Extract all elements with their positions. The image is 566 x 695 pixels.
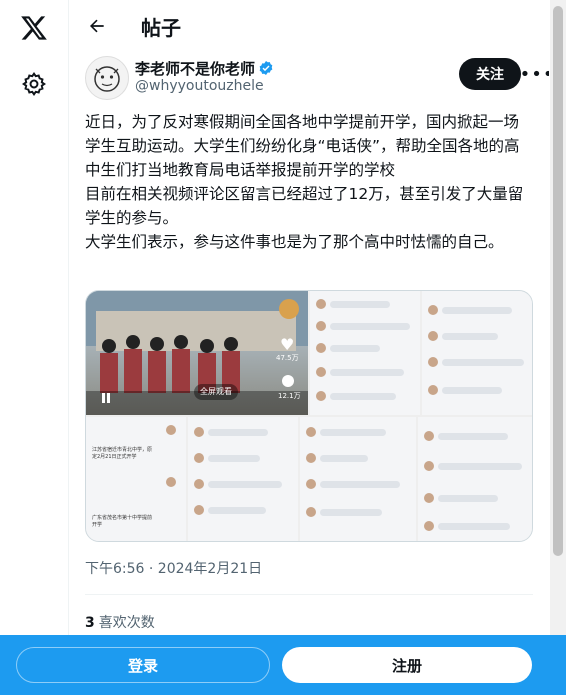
heart-icon[interactable]: ♥: [280, 335, 294, 354]
verified-badge-icon: [258, 60, 274, 80]
author-name-row[interactable]: 李老师不是你老师: [135, 58, 274, 80]
login-button[interactable]: 登录: [16, 647, 270, 683]
chat-screenshot-3: 江苏省宿迁市青北中学，原定2月21日正式开学 广东省茂名市第十中学提前开学: [86, 417, 186, 541]
tweet-timestamp[interactable]: 下午6:56 · 2024年2月21日: [85, 558, 262, 578]
signup-button[interactable]: 注册: [282, 647, 532, 683]
avatar[interactable]: [85, 56, 129, 100]
chat-snippet-2: 广东省茂名市第十中学提前开学: [92, 515, 153, 528]
likes-stat[interactable]: 3 喜欢次数: [85, 612, 155, 632]
chat-screenshot-2: [422, 291, 532, 415]
follow-button[interactable]: 关注: [459, 58, 521, 90]
left-nav: [0, 0, 69, 695]
x-logo-icon[interactable]: [14, 8, 54, 48]
tweet-text: 近日，为了反对寒假期间全国各地中学提前开学，国内掀起一场学生互助运动。大学生们纷…: [85, 113, 524, 251]
chat-screenshot-1: [310, 291, 420, 415]
fullscreen-label: 全屏观看: [200, 387, 232, 396]
chat-screenshot-4: [188, 417, 298, 541]
author-handle[interactable]: @whyyoutouzhele: [135, 78, 264, 94]
page-title: 帖子: [141, 16, 181, 40]
fullscreen-button[interactable]: 全屏观看: [194, 384, 238, 400]
chat-screenshot-5: [300, 417, 416, 541]
chat-screenshot-6: [418, 417, 532, 541]
scrollbar-thumb[interactable]: [553, 6, 563, 556]
post-header: 帖子: [69, 0, 549, 52]
author-row: 李老师不是你老师 @whyyoutouzhele 关注 •••: [85, 56, 549, 100]
more-options-icon[interactable]: •••: [520, 62, 549, 86]
video-share-count: 12.1万: [278, 392, 301, 400]
chat-snippet-1: 江苏省宿迁市青北中学，原定2月21日正式开学: [92, 447, 153, 460]
share-icon[interactable]: [282, 375, 294, 387]
main-column: 帖子 李老师不是你老师 @whyyoutouzhele 关注 ••• 近日，为了…: [69, 0, 549, 695]
likes-count: 3: [85, 615, 95, 631]
play-pause-icon[interactable]: [100, 389, 114, 403]
video-like-count: 47.5万: [276, 354, 299, 362]
back-arrow-icon[interactable]: [81, 10, 113, 42]
likes-label: 喜欢次数: [98, 615, 155, 631]
author-name[interactable]: 李老师不是你老师: [135, 60, 255, 78]
bottom-auth-bar: 登录 注册: [0, 635, 566, 695]
video-thumbnail[interactable]: 全屏观看 ♥ 47.5万 12.1万: [86, 291, 308, 415]
scrollbar[interactable]: [550, 0, 566, 695]
tweet-media-image[interactable]: 全屏观看 ♥ 47.5万 12.1万 江苏省宿迁市青北中学，原定2月21日正式开…: [85, 290, 533, 542]
divider: [85, 594, 533, 595]
settings-gear-icon[interactable]: [14, 64, 54, 104]
